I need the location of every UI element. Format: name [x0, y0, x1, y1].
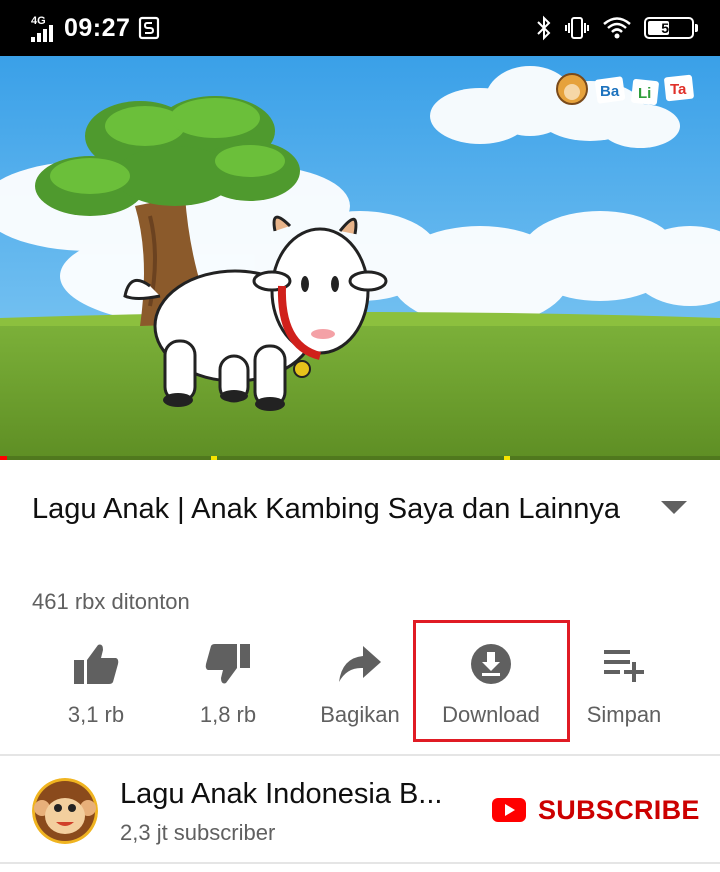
- like-count: 3,1 rb: [67, 702, 125, 727]
- subscriber-count: 2,3 jt subscriber: [120, 820, 276, 845]
- ad-marker: [210, 456, 217, 460]
- video-thumbnail: Ba Li Ta: [0, 56, 720, 460]
- subscribe-label: SUBSCRIBE: [538, 794, 700, 825]
- battery-level: 55: [661, 20, 677, 36]
- chevron-down-icon: [661, 501, 687, 514]
- monkey-avatar-icon: [32, 778, 98, 844]
- svg-text:Li: Li: [638, 85, 651, 102]
- svg-text:Ba: Ba: [600, 83, 620, 100]
- video-player[interactable]: Ba Li Ta: [0, 56, 720, 460]
- youtube-icon: [492, 798, 526, 822]
- channel-avatar[interactable]: [32, 778, 98, 844]
- wifi-icon: [603, 17, 631, 39]
- channel-name[interactable]: Lagu Anak Indonesia B...: [120, 778, 480, 811]
- video-title[interactable]: Lagu Anak | Anak Kambing Saya dan Lainny…: [32, 486, 632, 532]
- share-label: Bagikan: [320, 702, 400, 727]
- dislike-button[interactable]: 1,8 rb: [178, 618, 278, 744]
- share-button[interactable]: Bagikan: [310, 618, 410, 744]
- expand-description-button[interactable]: [660, 498, 688, 518]
- save-label: Simpan: [586, 702, 662, 727]
- action-bar: 3,1 rb 1,8 rb Bagikan Download Simpan: [0, 618, 720, 744]
- status-bar: 4G 09:27 55: [0, 0, 720, 56]
- download-highlight-box: [413, 620, 570, 742]
- vibrate-icon: [565, 17, 589, 39]
- video-progress-bar[interactable]: [0, 456, 720, 460]
- screenshot-notification-icon: [139, 16, 160, 40]
- dislike-count: 1,8 rb: [199, 702, 257, 727]
- playlist-add-icon: [604, 650, 644, 682]
- status-left: 4G 09:27: [30, 10, 160, 46]
- ad-marker: [504, 456, 510, 460]
- svg-text:Ta: Ta: [670, 81, 687, 98]
- divider: [0, 862, 720, 864]
- svg-text:4G: 4G: [31, 15, 46, 27]
- bluetooth-icon: [537, 15, 551, 41]
- battery-indicator: 55: [644, 17, 698, 39]
- status-time: 09:27: [64, 13, 131, 42]
- like-button[interactable]: 3,1 rb: [46, 618, 146, 744]
- share-icon: [339, 646, 381, 682]
- progress-played: [0, 456, 8, 460]
- subscribe-button[interactable]: SUBSCRIBE: [492, 790, 700, 830]
- divider: [0, 754, 720, 756]
- thumb-down-icon: [205, 644, 250, 684]
- save-button[interactable]: Simpan: [576, 618, 672, 744]
- view-count: 461 rbx ditonton: [32, 589, 190, 614]
- thumb-up-icon: [74, 644, 119, 684]
- signal-4g-icon: 4G: [31, 15, 53, 42]
- status-right: 55: [536, 12, 698, 44]
